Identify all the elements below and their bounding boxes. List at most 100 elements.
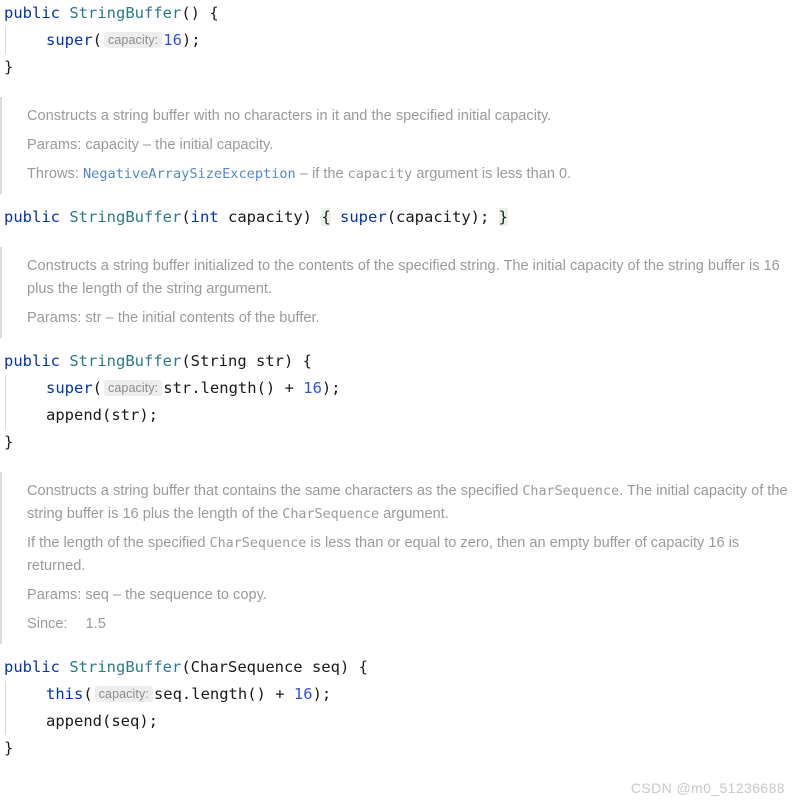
code-token: } [498,208,509,226]
doc-text: Constructs a string buffer initialized t… [27,258,780,297]
code-line[interactable]: super(capacity: 16); [0,27,797,54]
code-token: 16 [303,379,322,397]
code-token: super [340,208,387,226]
code-line[interactable]: append(seq); [0,708,797,735]
code-line[interactable]: public StringBuffer(CharSequence seq) { [0,654,797,681]
doc-paragraph: Constructs a string buffer with no chara… [27,105,789,128]
code-token: ( [92,31,103,49]
code-token: append(seq); [46,712,158,730]
doc-text: – if the [295,166,348,182]
doc-text: Constructs a string buffer with no chara… [27,108,552,124]
watermark-label: CSDN @m0_51236688 [630,780,785,796]
code-token: (String str) { [181,352,312,370]
parameter-name-hint[interactable]: capacity: [94,686,153,702]
code-token: 16 [163,31,182,49]
code-token: 16 [293,685,313,703]
doc-since-value: 1.5 [85,616,106,632]
doc-paragraph: Params: str – the initial contents of th… [27,307,789,330]
code-token: seq.length() + [153,685,294,703]
code-line[interactable]: } [0,54,797,81]
code-block[interactable]: public StringBuffer(String str) {super(c… [0,348,797,456]
doc-text: Throws: [27,166,83,182]
code-token: public [4,208,60,226]
code-editor-surface[interactable]: public StringBuffer() {super(capacity: 16… [0,0,797,806]
code-token: () { [181,4,219,22]
documentation-popup[interactable]: Constructs a string buffer initialized t… [0,247,797,338]
code-token: } [4,433,14,451]
code-block[interactable]: public StringBuffer() {super(capacity: 16… [0,0,797,81]
code-token: (CharSequence seq) { [181,658,368,676]
doc-code-span: CharSequence [209,536,307,551]
doc-text: Params: capacity – the initial capacity. [27,137,274,153]
doc-paragraph: Constructs a string buffer initialized t… [27,255,789,301]
code-block[interactable]: public StringBuffer(CharSequence seq) {t… [0,654,797,762]
code-line[interactable]: } [0,735,797,762]
code-token: append(str); [46,406,158,424]
code-token: ( [83,685,93,703]
code-token: } [4,58,14,76]
code-token: public [4,352,60,370]
code-token: ( [92,379,103,397]
doc-code-span: CharSequence [282,507,380,522]
code-line[interactable]: append(str); [0,402,797,429]
code-token: { [321,208,331,226]
doc-text: argument. [379,506,449,522]
code-token: StringBuffer [69,208,182,226]
documentation-popup[interactable]: Constructs a string buffer with no chara… [0,97,797,194]
doc-text: Since: [27,616,68,632]
code-token: public [4,4,60,22]
documentation-popup[interactable]: Constructs a string buffer that contains… [0,472,797,644]
code-token: ); [181,31,201,49]
code-line[interactable]: public StringBuffer(String str) { [0,348,797,375]
code-token: ); [321,379,341,397]
doc-text: Params: str – the initial contents of th… [27,310,320,326]
doc-paragraph: Params: capacity – the initial capacity. [27,134,789,157]
parameter-name-hint[interactable]: capacity: [104,32,163,48]
code-token: super [46,31,93,49]
parameter-name-hint[interactable]: capacity: [104,380,163,396]
doc-text: If the length of the specified [27,535,210,551]
code-token: capacity) [218,208,322,226]
doc-paragraph: If the length of the specified CharSeque… [27,532,789,578]
doc-text: argument is less than 0. [412,166,572,182]
code-block[interactable]: public StringBuffer(int capacity) { supe… [0,204,797,231]
doc-type-link[interactable]: NegativeArraySizeException [83,166,296,182]
code-line[interactable]: public StringBuffer(int capacity) { supe… [0,204,797,231]
code-line[interactable]: this(capacity: seq.length() + 16); [0,681,797,708]
doc-paragraph: Constructs a string buffer that contains… [27,480,789,526]
code-line[interactable]: super(capacity: str.length() + 16); [0,375,797,402]
doc-code-span: CharSequence [522,484,620,499]
code-line[interactable]: public StringBuffer() { [0,0,797,27]
doc-paragraph: Params: seq – the sequence to copy. [27,584,789,607]
code-token: StringBuffer [69,352,182,370]
code-token: str.length() + [163,379,304,397]
code-token: ); [312,685,332,703]
code-token: } [4,739,14,757]
editor-content[interactable]: public StringBuffer() {super(capacity: 16… [0,0,797,778]
code-token: StringBuffer [69,658,182,676]
doc-text: Constructs a string buffer that contains… [27,483,523,499]
doc-paragraph: Throws: NegativeArraySizeException – if … [27,163,789,186]
doc-paragraph: Since: 1.5 [27,613,789,636]
code-line[interactable]: } [0,429,797,456]
doc-text: Params: seq – the sequence to copy. [27,587,267,603]
doc-code-span: capacity [347,167,413,182]
code-token: this [46,685,84,703]
code-token: ( [181,208,191,226]
code-token: int [190,208,219,226]
code-token: (capacity); [386,208,499,226]
code-token: StringBuffer [69,4,182,22]
code-token: public [4,658,60,676]
code-token: super [46,379,93,397]
